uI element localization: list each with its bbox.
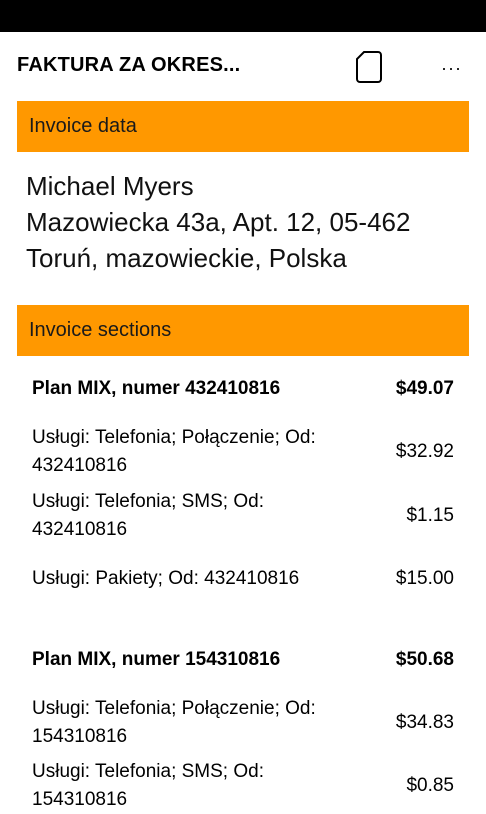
line-item-amount: $0.85	[406, 775, 454, 796]
line-item-description: Usługi: Pakiety; Od: 432410816	[32, 568, 300, 589]
customer-name: Michael Myers	[26, 171, 194, 201]
status-bar	[0, 0, 486, 32]
document-icon[interactable]	[355, 50, 383, 84]
line-item-description: Usługi: Telefonia; Połączenie; Od: 43241…	[32, 427, 316, 476]
page-title: FAKTURA ZA OKRES...	[17, 54, 241, 76]
plan-name: Plan MIX, numer 432410816	[32, 378, 281, 399]
app-bar: FAKTURA ZA OKRES... ...	[0, 32, 486, 100]
line-item-description: Usługi: Telefonia; SMS; Od: 154310816	[32, 761, 264, 810]
invoice-sections-header: Invoice sections	[17, 305, 469, 356]
address-city: Toruń, mazowieckie, Polska	[26, 243, 347, 273]
address-street: Mazowiecka 43a, Apt. 12, 05-462	[26, 207, 411, 237]
more-options-button[interactable]: ...	[434, 50, 470, 80]
line-item-amount: $1.15	[406, 505, 454, 526]
plan-name: Plan MIX, numer 154310816	[32, 649, 281, 670]
line-item-amount: $34.83	[395, 712, 454, 733]
plan-total: $50.68	[395, 649, 454, 670]
line-item-amount: $32.92	[395, 441, 454, 462]
plan-total: $49.07	[395, 378, 454, 399]
customer-address: Michael Myers Mazowiecka 43a, Apt. 12, 0…	[26, 168, 476, 276]
invoice-data-header: Invoice data	[17, 101, 469, 152]
line-item-description: Usługi: Telefonia; Połączenie; Od: 15431…	[32, 698, 316, 747]
line-item-description: Usługi: Telefonia; SMS; Od: 432410816	[32, 491, 264, 540]
line-item-amount: $15.00	[395, 568, 454, 589]
